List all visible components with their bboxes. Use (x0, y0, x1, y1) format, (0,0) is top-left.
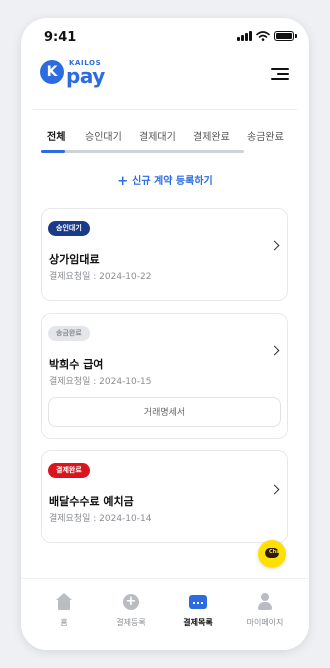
plus-circle-icon: + (122, 593, 140, 611)
contract-date: 결제요청일 : 2024-10-22 (49, 272, 152, 282)
header-divider (33, 109, 297, 110)
status-badge: 송금완료 (48, 326, 90, 341)
tab-active-indicator (41, 150, 65, 153)
battery-icon (274, 31, 294, 41)
status-badge: 결제완료 (48, 463, 90, 478)
tab-scroll-track (41, 150, 244, 153)
status-time: 9:41 (44, 30, 77, 45)
chevron-right-icon (269, 240, 280, 251)
logo-mark: K (40, 60, 64, 84)
contract-title: 상가임대료 (49, 253, 100, 266)
menu-icon[interactable] (271, 68, 289, 80)
new-contract-button[interactable]: + 신규 계약 등록하기 (21, 172, 309, 192)
contract-card[interactable]: 송금완료 박희수 급여 결제요청일 : 2024-10-15 거래명세서 (41, 313, 288, 439)
nav-payment-register-label: 결제등록 (116, 618, 146, 627)
system-icons (237, 31, 297, 41)
battery-tip (295, 34, 297, 38)
contract-card[interactable]: 결제완료 배달수수료 예치금 결제요청일 : 2024-10-14 (41, 450, 288, 543)
contract-date: 결제요청일 : 2024-10-14 (49, 514, 152, 524)
chat-label: Chat (269, 549, 282, 555)
logo-main-text: pay (66, 64, 105, 88)
contract-title: 배달수수료 예치금 (49, 495, 134, 508)
tab-transfer-complete[interactable]: 송금완료 (247, 128, 284, 143)
phone-screen: 9:41 K KAILOS pay 전체 승인대기 결제대기 결제완료 송금완료… (21, 18, 309, 650)
home-icon (55, 593, 73, 611)
chevron-right-icon (269, 345, 280, 356)
signal-icon (237, 31, 252, 41)
nav-home-label: 홈 (60, 618, 68, 627)
nav-home[interactable]: 홈 (34, 593, 94, 628)
status-tabs: 전체 승인대기 결제대기 결제완료 송금완료 (41, 120, 309, 153)
plus-icon: + (117, 174, 129, 189)
tab-all[interactable]: 전체 (47, 128, 65, 143)
nav-payment-list-label: 결제목록 (183, 618, 213, 627)
contract-card[interactable]: 승인대기 상가임대료 결제요청일 : 2024-10-22 (41, 208, 288, 301)
new-contract-label: 신규 계약 등록하기 (132, 176, 213, 187)
bottom-nav: 홈 + 결제등록 결제목록 마이페이지 (21, 578, 309, 650)
nav-payment-register[interactable]: + 결제등록 (101, 593, 161, 628)
person-icon (256, 593, 274, 611)
nav-mypage-label: 마이페이지 (246, 618, 284, 627)
list-icon (189, 593, 207, 611)
status-badge: 승인대기 (48, 221, 90, 236)
contract-title: 박희수 급여 (49, 358, 104, 371)
receipt-button[interactable]: 거래명세서 (48, 397, 281, 427)
contract-date: 결제요청일 : 2024-10-15 (49, 377, 152, 387)
app-header: K KAILOS pay (21, 54, 309, 110)
chat-button[interactable]: Chat (258, 540, 286, 568)
nav-mypage[interactable]: 마이페이지 (235, 593, 295, 628)
wifi-icon (256, 31, 270, 41)
status-bar: 9:41 (21, 18, 309, 54)
chevron-right-icon (269, 484, 280, 495)
kailos-pay-logo[interactable]: K KAILOS pay (40, 58, 106, 88)
tab-approval-pending[interactable]: 승인대기 (85, 128, 122, 143)
tab-payment-pending[interactable]: 결제대기 (139, 128, 176, 143)
nav-payment-list[interactable]: 결제목록 (168, 593, 228, 628)
tab-payment-complete[interactable]: 결제완료 (193, 128, 230, 143)
